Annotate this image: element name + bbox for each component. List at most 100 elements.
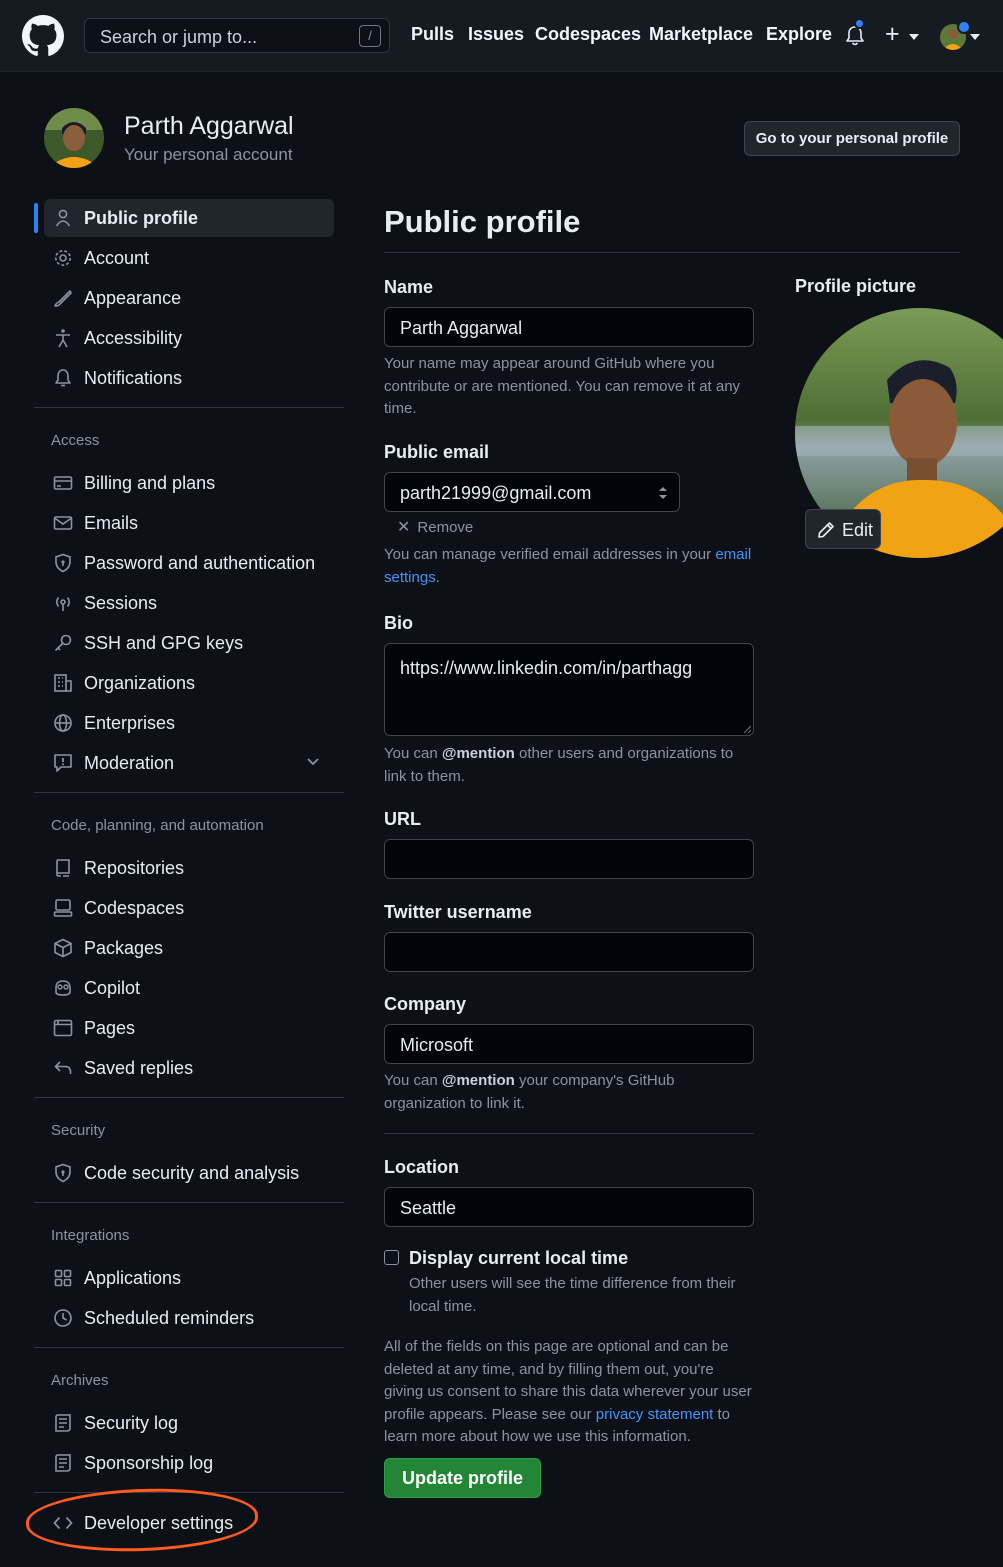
active-indicator — [34, 203, 38, 233]
location-field[interactable]: Seattle — [384, 1187, 754, 1227]
sidebar-item-label: Accessibility — [84, 328, 183, 348]
sidebar-divider — [34, 792, 344, 793]
key-icon — [54, 634, 72, 652]
sidebar-item-sponsorship-log[interactable]: Sponsorship log — [44, 1444, 334, 1482]
sidebar-item-applications[interactable]: Applications — [44, 1259, 334, 1297]
company-mention: @mention — [441, 1072, 515, 1089]
sidebar-item-copilot[interactable]: Copilot — [44, 969, 334, 1007]
sidebar-item-security-log[interactable]: Security log — [44, 1404, 334, 1442]
disclaimer-text: All of the fields on this page are optio… — [384, 1336, 756, 1449]
apps-icon — [54, 1269, 72, 1287]
sidebar-item-notifications[interactable]: Notifications — [44, 359, 334, 397]
sidebar-item-label: Code security and analysis — [84, 1163, 300, 1183]
person-icon — [55, 209, 71, 227]
location-value: Seattle — [400, 1198, 457, 1218]
sidebar-heading-code: Code, planning, and automation — [51, 817, 264, 834]
bio-textarea[interactable]: https://www.linkedin.com/in/parthagg — [384, 643, 754, 736]
public-email-value: parth21999@gmail.com — [400, 483, 592, 503]
sidebar-item-accessibility[interactable]: Accessibility — [44, 319, 334, 357]
sidebar-divider — [34, 1347, 344, 1348]
edit-profile-picture-button[interactable]: Edit — [805, 509, 881, 549]
local-time-label[interactable]: Display current local time — [409, 1248, 628, 1269]
bio-label: Bio — [384, 613, 413, 633]
title-divider — [384, 252, 960, 253]
sidebar-item-billing[interactable]: Billing and plans — [44, 464, 334, 502]
url-label: URL — [384, 809, 421, 829]
gear-icon — [55, 250, 71, 266]
sidebar-item-codespaces[interactable]: Codespaces — [44, 889, 334, 927]
sidebar-item-label: Copilot — [84, 978, 141, 998]
sidebar-item-ssh-gpg-keys[interactable]: SSH and GPG keys — [44, 624, 334, 662]
sidebar-divider — [34, 1202, 344, 1203]
name-label: Name — [384, 277, 434, 297]
resize-handle-icon[interactable] — [743, 725, 751, 733]
sidebar-item-appearance[interactable]: Appearance — [44, 279, 334, 317]
account-subtitle: Your personal account — [124, 145, 293, 164]
sidebar-item-organizations[interactable]: Organizations — [44, 664, 334, 702]
sidebar-item-pages[interactable]: Pages — [44, 1009, 334, 1047]
sidebar-item-label: Pages — [84, 1018, 136, 1038]
url-field[interactable] — [384, 839, 754, 879]
company-note: You can @mention your company's GitHub o… — [384, 1070, 754, 1115]
sidebar-item-sessions[interactable]: Sessions — [44, 584, 334, 622]
sidebar-item-label: Codespaces — [84, 898, 185, 918]
nav-issues[interactable]: Issues — [468, 24, 524, 45]
sidebar-item-account[interactable]: Account — [44, 239, 334, 277]
sidebar-item-label: Saved replies — [84, 1058, 194, 1078]
sidebar-item-enterprises[interactable]: Enterprises — [44, 704, 334, 742]
edit-label: Edit — [842, 520, 874, 540]
remove-email-button[interactable]: ✕ Remove — [397, 517, 473, 537]
search-shortcut-key: / — [359, 25, 381, 47]
sidebar-item-label: Billing and plans — [84, 473, 216, 493]
sidebar-item-scheduled-reminders[interactable]: Scheduled reminders — [44, 1299, 334, 1337]
company-note-prefix: You can — [384, 1072, 442, 1089]
public-email-label: Public email — [384, 442, 490, 462]
log-icon — [55, 1414, 71, 1432]
go-to-personal-profile-button[interactable]: Go to your personal profile — [744, 121, 960, 156]
public-email-select[interactable]: parth21999@gmail.com — [384, 472, 680, 512]
sidebar-item-code-security[interactable]: Code security and analysis — [44, 1154, 334, 1192]
account-avatar — [44, 108, 104, 168]
chevron-down-icon[interactable] — [306, 754, 320, 768]
name-note: Your name may appear around GitHub where… — [384, 355, 741, 417]
page-title: Public profile — [384, 204, 581, 239]
global-header: Search or jump to... / Pulls Issues Code… — [0, 0, 1003, 72]
name-field[interactable]: Parth Aggarwal — [384, 307, 754, 347]
nav-explore[interactable]: Explore — [766, 24, 832, 45]
sidebar-item-packages[interactable]: Packages — [44, 929, 334, 967]
x-icon: ✕ — [397, 519, 411, 536]
sidebar-item-password-authentication[interactable]: Password and authentication — [44, 544, 334, 582]
report-icon — [54, 754, 72, 772]
company-field[interactable]: Microsoft — [384, 1024, 754, 1064]
sidebar-item-label: Emails — [84, 513, 139, 533]
local-time-checkbox[interactable] — [384, 1250, 399, 1265]
nav-marketplace[interactable]: Marketplace — [649, 24, 753, 45]
bio-note-prefix: You can — [384, 745, 442, 762]
notification-indicator — [854, 18, 865, 29]
nav-codespaces[interactable]: Codespaces — [535, 24, 641, 45]
sidebar-item-label: Applications — [84, 1268, 182, 1288]
sidebar-item-label: Security log — [84, 1413, 179, 1433]
sidebar-item-repositories[interactable]: Repositories — [44, 849, 334, 887]
twitter-field[interactable] — [384, 932, 754, 972]
sidebar-item-public-profile[interactable]: Public profile — [44, 199, 334, 237]
twitter-label: Twitter username — [384, 902, 532, 922]
search-input[interactable]: Search or jump to... / — [84, 18, 390, 53]
sidebar-item-label: Sessions — [84, 593, 158, 613]
privacy-statement-link[interactable]: privacy statement — [596, 1406, 714, 1423]
avatar-caret-down-icon[interactable] — [970, 34, 980, 40]
accessibility-icon — [56, 329, 70, 348]
sidebar-item-saved-replies[interactable]: Saved replies — [44, 1049, 334, 1087]
update-profile-button[interactable]: Update profile — [384, 1458, 541, 1498]
sidebar-heading-integrations: Integrations — [51, 1227, 130, 1244]
sidebar-item-moderation[interactable]: Moderation — [44, 744, 334, 782]
search-placeholder: Search or jump to... — [100, 27, 258, 47]
github-logo-icon[interactable] — [22, 15, 64, 57]
caret-down-icon[interactable] — [909, 34, 919, 40]
sidebar-item-emails[interactable]: Emails — [44, 504, 334, 542]
bio-mention: @mention — [441, 745, 515, 762]
bio-note: You can @mention other users and organiz… — [384, 743, 754, 788]
organization-icon — [54, 674, 72, 692]
nav-pulls[interactable]: Pulls — [411, 24, 454, 45]
plus-icon[interactable]: + — [885, 20, 900, 49]
